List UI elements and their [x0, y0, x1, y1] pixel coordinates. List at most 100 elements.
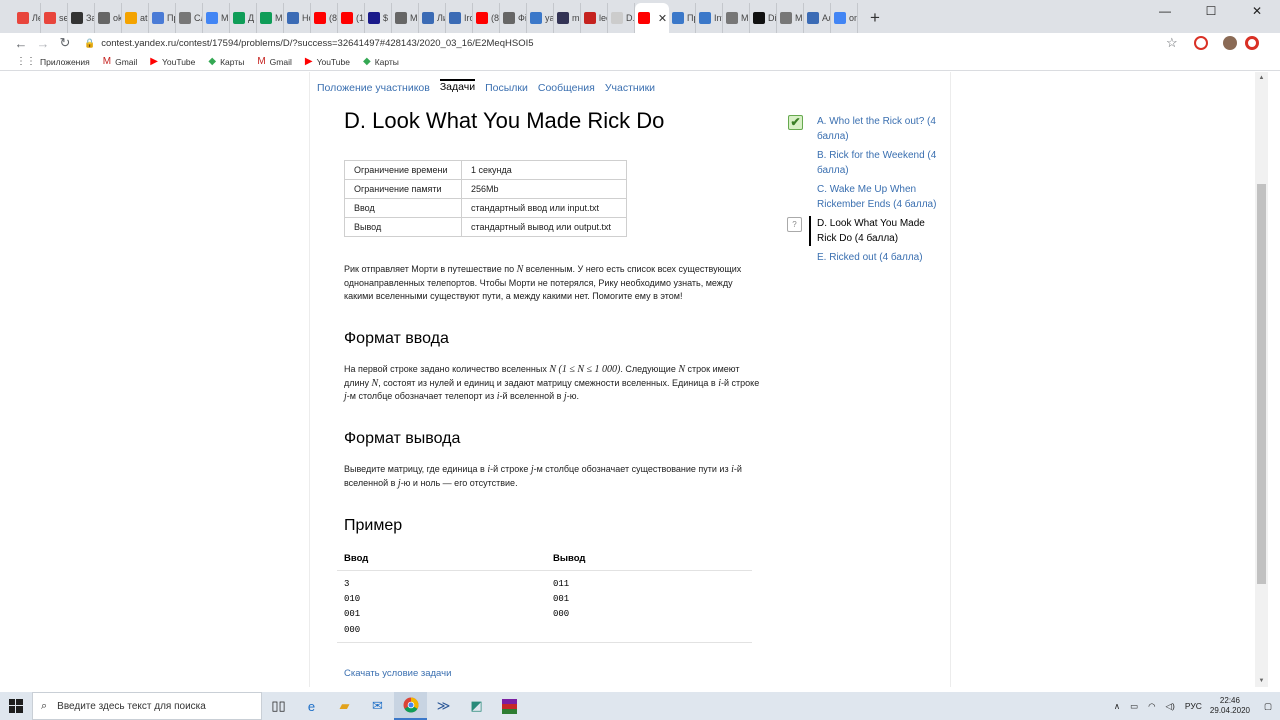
- browser-tab[interactable]: (8): [473, 3, 500, 33]
- chrome-icon[interactable]: [394, 692, 427, 720]
- browser-tab[interactable]: Inf: [696, 3, 723, 33]
- page-scrollbar[interactable]: ▲ ▼: [1255, 72, 1268, 687]
- browser-tab[interactable]: Ли: [419, 3, 446, 33]
- browser-tab[interactable]: on: [831, 3, 858, 33]
- extension-icon[interactable]: [1194, 36, 1208, 50]
- browser-tab[interactable]: M: [777, 3, 804, 33]
- example-input-label: Ввод: [344, 553, 369, 564]
- bookmark-item[interactable]: ▶ YouTube: [150, 56, 195, 67]
- browser-tab[interactable]: D.: [608, 3, 635, 33]
- browser-tab[interactable]: За: [68, 3, 95, 33]
- winrar-icon[interactable]: [493, 692, 526, 720]
- tab-label: $ 1: [383, 13, 391, 23]
- diamond-icon: [152, 12, 164, 24]
- opera-icon[interactable]: [1245, 36, 1259, 50]
- browser-tab[interactable]: m: [554, 3, 581, 33]
- browser-tab[interactable]: Пр: [669, 3, 696, 33]
- bookmark-item[interactable]: ▶ YouTube: [305, 56, 350, 67]
- tab-close-icon[interactable]: ✕: [656, 11, 669, 25]
- back-arrow-icon[interactable]: ←: [10, 33, 32, 53]
- browser-tab[interactable]: Ле: [14, 3, 41, 33]
- tab-participants[interactable]: Участники: [605, 82, 655, 94]
- new-tab-icon[interactable]: +: [862, 3, 888, 33]
- network-icon[interactable]: ▭: [1130, 701, 1138, 712]
- notifications-icon[interactable]: ▢: [1264, 701, 1272, 712]
- tab-standings[interactable]: Положение участников: [317, 82, 430, 94]
- browser-tab[interactable]: $ 1: [365, 3, 392, 33]
- address-bar[interactable]: 🔒 contest.yandex.ru/contest/17594/proble…: [76, 33, 1192, 53]
- tab-label: Ли: [437, 13, 445, 23]
- download-statement-link[interactable]: Скачать условие задачи: [344, 668, 451, 679]
- reload-icon[interactable]: ↻: [54, 33, 76, 53]
- edge-icon[interactable]: e: [295, 692, 328, 720]
- powershell-icon[interactable]: ≫: [427, 692, 460, 720]
- browser-tab[interactable]: Фі: [500, 3, 527, 33]
- browser-tab[interactable]: se: [41, 3, 68, 33]
- bookmark-item[interactable]: M Gmail: [257, 56, 292, 67]
- bookmark-item[interactable]: ⋮⋮ Приложения: [16, 56, 90, 67]
- taskbar-search[interactable]: ⌕ Введите здесь текст для поиска: [32, 692, 262, 720]
- problem-list-item-e[interactable]: E. Ricked out (4 балла): [787, 250, 947, 265]
- file-explorer-icon[interactable]: ▰: [328, 692, 361, 720]
- browser-tab[interactable]: (8): [311, 3, 338, 33]
- browser-tab[interactable]: Сл: [176, 3, 203, 33]
- browser-tab[interactable]: Пр: [149, 3, 176, 33]
- browser-tab[interactable]: Ал: [804, 3, 831, 33]
- bookmark-item[interactable]: ◆ Карты: [363, 56, 399, 67]
- problem-list-item-c[interactable]: C. Wake Me Up When Rickember Ends (4 бал…: [787, 182, 947, 212]
- limits-row: Ограничение памяти 256Mb: [344, 179, 627, 199]
- browser-tab[interactable]: Нс: [284, 3, 311, 33]
- problem-list-item-a[interactable]: ✔ A. Who let the Rick out? (4 балла): [787, 114, 947, 144]
- scroll-thumb[interactable]: [1257, 184, 1266, 584]
- browser-tab[interactable]: Di: [750, 3, 777, 33]
- browser-tab[interactable]: Mi: [723, 3, 750, 33]
- taskbar-search-placeholder: Введите здесь текст для поиска: [57, 700, 206, 712]
- volume-icon[interactable]: ◁): [1166, 701, 1175, 712]
- tab-label: M: [795, 13, 803, 23]
- windows-start-icon[interactable]: [0, 692, 32, 720]
- minimize-icon[interactable]: —: [1142, 0, 1188, 22]
- tab-label: Irc: [464, 13, 473, 23]
- browser-tab[interactable]: М: [203, 3, 230, 33]
- bookmark-item[interactable]: M Gmail: [103, 56, 138, 67]
- browser-tab[interactable]: lec: [581, 3, 608, 33]
- language-indicator[interactable]: РУС: [1185, 701, 1202, 711]
- browser-tab[interactable]: Ml: [392, 3, 419, 33]
- profile-avatar[interactable]: [1223, 36, 1237, 50]
- limit-value: 256Mb: [461, 179, 627, 199]
- drive-icon: [260, 12, 272, 24]
- browser-tab[interactable]: М: [257, 3, 284, 33]
- problem-list-item-d[interactable]: ? D. Look What You Made Rick Do (4 балла): [787, 216, 947, 246]
- clock[interactable]: 22:46 29.04.2020: [1210, 696, 1250, 716]
- bookmark-item[interactable]: ◆ Карты: [208, 56, 244, 67]
- tab-submissions[interactable]: Посылки: [485, 82, 528, 94]
- forward-arrow-icon[interactable]: →: [32, 33, 54, 53]
- app-icon[interactable]: ◩: [460, 692, 493, 720]
- tab-active[interactable]: ✕: [635, 3, 669, 33]
- tab-label: За: [86, 13, 94, 23]
- browser-tab[interactable]: Irc: [446, 3, 473, 33]
- problem-title: D. Look What You Made Rick Do: [344, 108, 665, 133]
- browser-toolbar: ← → ↻ 🔒 contest.yandex.ru/contest/17594/…: [0, 33, 1280, 53]
- scroll-down-icon[interactable]: ▼: [1255, 675, 1268, 687]
- browser-tab[interactable]: ya: [527, 3, 554, 33]
- scroll-up-icon[interactable]: ▲: [1255, 72, 1268, 84]
- maximize-icon[interactable]: ☐: [1188, 0, 1234, 22]
- close-window-icon[interactable]: ✕: [1234, 0, 1280, 22]
- problem-list-item-b[interactable]: B. Rick for the Weekend (4 балла): [787, 148, 947, 178]
- limit-key: Ограничение времени: [344, 160, 462, 180]
- browser-tab[interactable]: ok: [95, 3, 122, 33]
- task-view-icon[interactable]: ▯▯: [262, 692, 295, 720]
- browser-tab[interactable]: Д: [230, 3, 257, 33]
- tray-chevron-icon[interactable]: ∧: [1114, 701, 1120, 712]
- bookmark-star-icon[interactable]: ☆: [1166, 35, 1178, 51]
- limit-value: стандартный ввод или input.txt: [461, 198, 627, 218]
- tab-messages[interactable]: Сообщения: [538, 82, 595, 94]
- bookmark-label: Gmail: [269, 56, 292, 67]
- tab-problems[interactable]: Задачи: [439, 79, 476, 94]
- browser-tab[interactable]: (1): [338, 3, 365, 33]
- browser-tab[interactable]: at: [122, 3, 149, 33]
- wifi-icon[interactable]: ◠: [1148, 701, 1155, 712]
- mail-icon[interactable]: ✉: [361, 692, 394, 720]
- tab-label: D.: [626, 13, 635, 23]
